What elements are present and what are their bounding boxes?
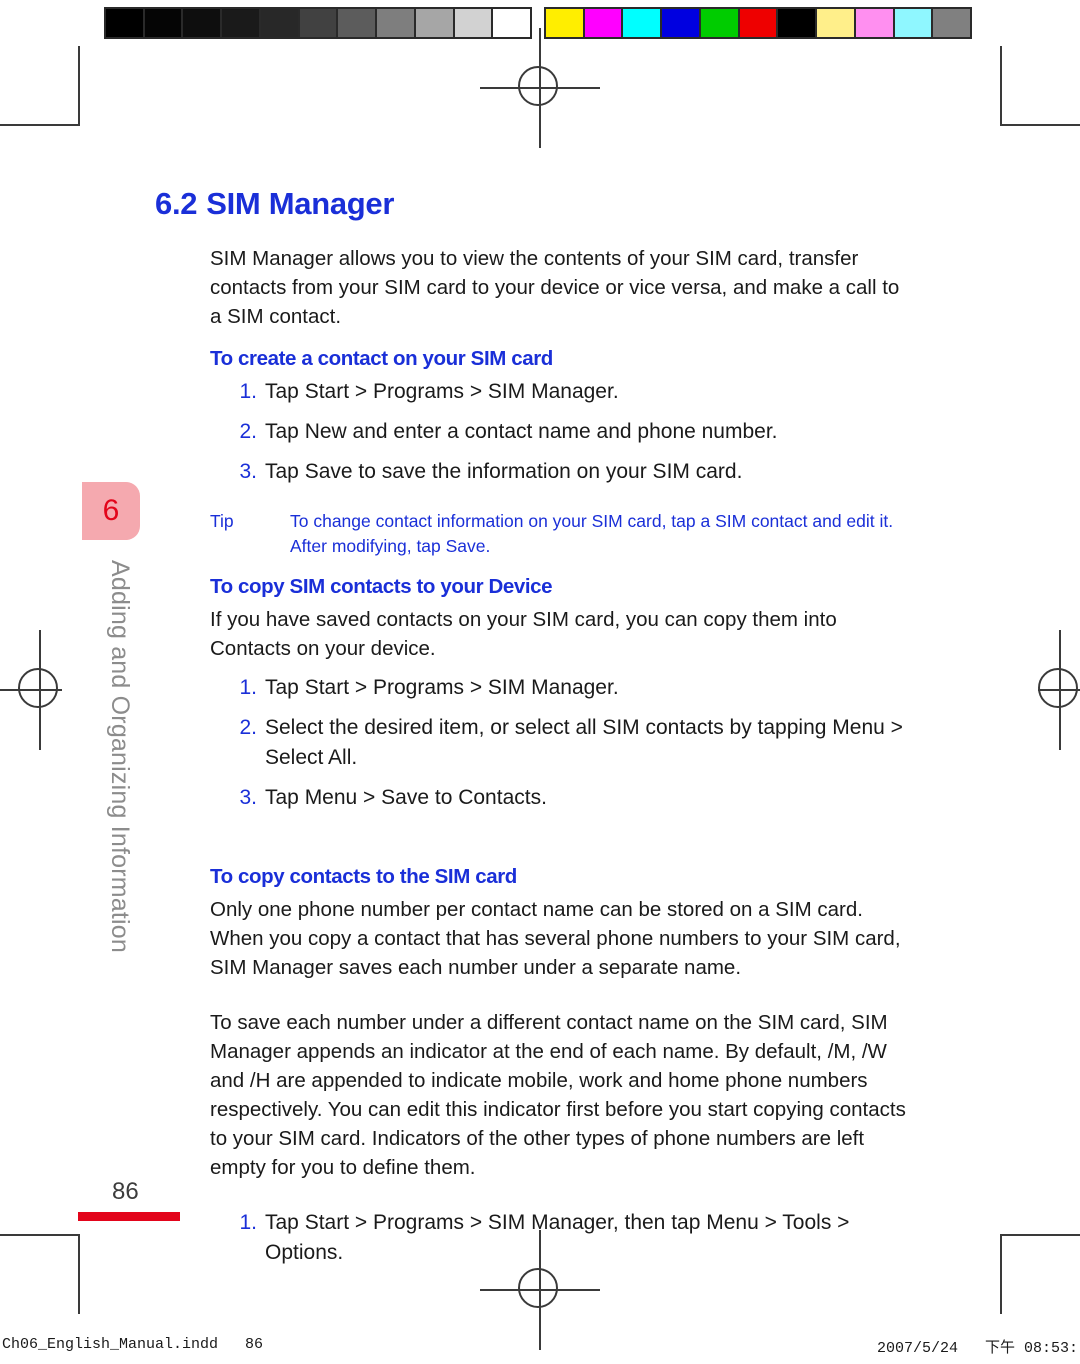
subsection-heading-copy-contacts-to-sim: To copy contacts to the SIM card (210, 865, 517, 888)
section-title: SIM Manager (206, 186, 395, 221)
grayscale-calibration-bar (104, 7, 532, 39)
step-number: 1. (239, 676, 257, 699)
grayscale-swatch-7 (377, 9, 414, 37)
footer-timestamp: 2007/5/24 下午 08:53: (876, 1340, 1078, 1357)
steps-list-copy-sim-to-device: 1. Tap Start > Programs > SIM Manager. 2… (155, 673, 915, 813)
subsection-heading-copy-sim-to-device: To copy SIM contacts to your Device (210, 575, 553, 598)
page-title: 6.2 SIM Manager (155, 186, 915, 222)
color-swatch-8 (855, 9, 893, 37)
step-text: Tap New and enter a contact name and pho… (265, 420, 778, 443)
chapter-title-vertical: Adding and Organizing Information (106, 560, 134, 953)
subsection-body-copy-sim-to-device: If you have saved contacts on your SIM c… (210, 608, 837, 660)
step-number: 1. (239, 1211, 257, 1234)
grayscale-swatch-8 (415, 9, 453, 37)
step-text: Tap Menu > Save to Contacts. (265, 786, 547, 809)
grayscale-swatch-9 (454, 9, 492, 37)
registration-mark-left-center (0, 630, 100, 750)
step-number: 2. (239, 716, 257, 739)
color-calibration-bar (544, 7, 972, 39)
list-item: 1. Tap Start > Programs > SIM Manager. (155, 673, 915, 703)
step-text: Tap Start > Programs > SIM Manager, then… (265, 1211, 850, 1264)
footer-file-name: Ch06_English_Manual.indd 86 (2, 1336, 264, 1353)
registration-mark-top-center (480, 28, 600, 148)
step-number: 3. (239, 460, 257, 483)
grayscale-swatch-6 (338, 9, 376, 37)
step-text: Tap Start > Programs > SIM Manager. (265, 380, 619, 403)
step-number: 3. (239, 786, 257, 809)
step-text: Tap Start > Programs > SIM Manager. (265, 676, 619, 699)
registration-mark-right-center (1000, 630, 1080, 750)
color-swatch-0 (546, 9, 583, 37)
step-text: Select the desired item, or select all S… (265, 716, 903, 769)
color-swatch-1 (584, 9, 622, 37)
print-calibration-bars (0, 7, 1080, 39)
tip-note: Tip To change contact information on you… (155, 509, 915, 559)
steps-list-copy-contacts-to-sim: 1. Tap Start > Programs > SIM Manager, t… (155, 1208, 915, 1268)
color-swatch-5 (739, 9, 777, 37)
color-swatch-9 (894, 9, 932, 37)
crop-mark-bottom-left (0, 1232, 82, 1332)
step-text: Tap Save to save the information on your… (265, 460, 743, 483)
page-number-rule (78, 1212, 180, 1221)
subsection-heading-create-contact: To create a contact on your SIM card (210, 347, 553, 370)
step-number: 1. (239, 380, 257, 403)
tip-text: To change contact information on your SI… (290, 511, 894, 556)
list-item: 1. Tap Start > Programs > SIM Manager. (155, 377, 915, 407)
grayscale-swatch-0 (106, 9, 143, 37)
color-swatch-4 (700, 9, 738, 37)
page-number: 86 (112, 1178, 139, 1205)
color-swatch-6 (778, 9, 816, 37)
crop-mark-top-right (998, 40, 1080, 166)
print-footer: Ch06_English_Manual.indd 86 2007/5/24 下午… (0, 1336, 1080, 1360)
list-item: 3. Tap Save to save the information on y… (155, 457, 915, 487)
grayscale-swatch-10 (493, 9, 531, 37)
color-swatch-10 (933, 9, 971, 37)
grayscale-swatch-1 (144, 9, 182, 37)
crop-mark-top-left (0, 40, 82, 166)
list-item: 3. Tap Menu > Save to Contacts. (155, 783, 915, 813)
grayscale-swatch-5 (299, 9, 337, 37)
grayscale-swatch-3 (222, 9, 259, 37)
page-content: 6.2 SIM Manager SIM Manager allows you to… (155, 186, 915, 1278)
subsection-body-paragraph-1: Only one phone number per contact name c… (210, 898, 901, 979)
tip-label: Tip (210, 511, 234, 531)
section-intro-paragraph: SIM Manager allows you to view the conte… (210, 247, 900, 328)
color-swatch-7 (817, 9, 854, 37)
section-number: 6.2 (155, 186, 198, 221)
steps-list-create-contact: 1. Tap Start > Programs > SIM Manager. 2… (155, 377, 915, 487)
grayscale-swatch-2 (183, 9, 221, 37)
color-swatch-3 (662, 9, 699, 37)
crop-mark-bottom-right (998, 1232, 1080, 1332)
list-item: 1. Tap Start > Programs > SIM Manager, t… (155, 1208, 915, 1268)
subsection-body-paragraph-2: To save each number under a different co… (210, 1011, 906, 1179)
chapter-tab-number: 6 (82, 482, 140, 540)
grayscale-swatch-4 (260, 9, 298, 37)
list-item: 2. Tap New and enter a contact name and … (155, 417, 915, 447)
step-number: 2. (239, 420, 257, 443)
list-item: 2. Select the desired item, or select al… (155, 713, 915, 773)
color-swatch-2 (623, 9, 661, 37)
